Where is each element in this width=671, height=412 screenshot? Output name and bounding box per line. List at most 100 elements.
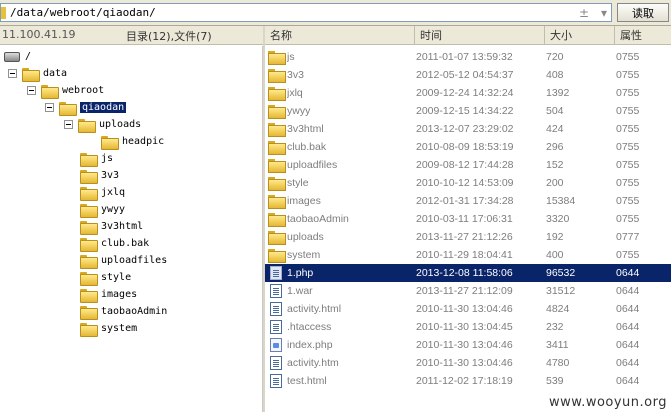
tree-node[interactable]: data bbox=[8, 65, 67, 82]
folder-icon bbox=[268, 141, 286, 155]
chevron-down-icon[interactable]: ▾ bbox=[601, 6, 607, 20]
folder-icon bbox=[59, 101, 77, 116]
column-header-time[interactable]: 时间 bbox=[415, 26, 545, 45]
file-time: 2009-12-15 14:34:22 bbox=[416, 105, 514, 117]
read-button[interactable]: 读取 bbox=[617, 3, 669, 22]
tree-node[interactable]: 3v3html bbox=[80, 218, 143, 235]
folder-icon bbox=[268, 177, 286, 191]
file-row[interactable]: taobaoAdmin 2010-03-11 17:06:31 3320 0755 bbox=[265, 210, 671, 228]
tree-node-label: js bbox=[101, 153, 114, 164]
file-size: 15384 bbox=[546, 195, 576, 207]
file-perm: 0755 bbox=[616, 141, 640, 153]
folder-icon bbox=[22, 67, 40, 82]
column-header-name[interactable]: 名称 bbox=[265, 26, 415, 45]
file-row[interactable]: .htaccess 2010-11-30 13:04:45 232 0644 bbox=[265, 318, 671, 336]
server-ip: 11.100.41.19 bbox=[2, 28, 76, 41]
tree-node[interactable]: club.bak bbox=[80, 235, 149, 252]
file-row[interactable]: test.html 2011-12-02 17:18:19 539 0644 bbox=[265, 372, 671, 390]
folder-icon bbox=[80, 305, 98, 320]
file-time: 2012-05-12 04:54:37 bbox=[416, 69, 514, 81]
file-row[interactable]: ywyy 2009-12-15 14:34:22 504 0755 bbox=[265, 102, 671, 120]
tree-node[interactable]: taobaoAdmin bbox=[80, 303, 167, 320]
file-time: 2012-01-31 17:34:28 bbox=[416, 195, 514, 207]
folder-icon bbox=[268, 213, 286, 227]
tree-node[interactable]: qiaodan bbox=[45, 99, 127, 116]
tree-node[interactable]: headpic bbox=[101, 133, 164, 150]
file-row[interactable]: 3v3html 2013-12-07 23:29:02 424 0755 bbox=[265, 120, 671, 138]
folder-icon bbox=[80, 220, 98, 235]
tree-node-label: club.bak bbox=[101, 238, 150, 249]
tree-node[interactable]: uploadfiles bbox=[80, 252, 167, 269]
file-row[interactable]: uploadfiles 2009-08-12 17:44:28 152 0755 bbox=[265, 156, 671, 174]
document-icon bbox=[270, 356, 282, 370]
file-row[interactable]: 3v3 2012-05-12 04:54:37 408 0755 bbox=[265, 66, 671, 84]
file-name: 3v3 bbox=[287, 69, 304, 81]
tree-node-label: qiaodan bbox=[80, 102, 127, 113]
file-row[interactable]: js 2011-01-07 13:59:32 720 0755 bbox=[265, 48, 671, 66]
collapse-toggle-icon[interactable] bbox=[8, 69, 17, 78]
file-name: 3v3html bbox=[287, 123, 324, 135]
file-list: js 2011-01-07 13:59:32 720 0755 3v3 2012-05-1… bbox=[265, 46, 671, 412]
tree-node[interactable]: ywyy bbox=[80, 201, 125, 218]
drive-icon bbox=[4, 51, 20, 62]
php-file-icon bbox=[270, 338, 282, 352]
folder-icon bbox=[80, 169, 98, 184]
file-row[interactable]: club.bak 2010-08-09 18:53:19 296 0755 bbox=[265, 138, 671, 156]
file-row[interactable]: 1.war 2013-11-27 21:12:09 31512 0644 bbox=[265, 282, 671, 300]
column-header-perm[interactable]: 属性 bbox=[615, 26, 671, 45]
file-row[interactable]: uploads 2013-11-27 21:12:26 192 0777 bbox=[265, 228, 671, 246]
tree-node[interactable]: jxlq bbox=[80, 184, 125, 201]
tree-node[interactable]: / bbox=[4, 48, 31, 65]
file-row[interactable]: style 2010-10-12 14:53:09 200 0755 bbox=[265, 174, 671, 192]
folder-icon bbox=[80, 152, 98, 167]
file-perm: 0755 bbox=[616, 159, 640, 171]
file-row[interactable]: activity.html 2010-11-30 13:04:46 4824 0644 bbox=[265, 300, 671, 318]
file-time: 2011-12-02 17:18:19 bbox=[416, 375, 513, 387]
file-perm: 0644 bbox=[616, 285, 640, 297]
file-time: 2013-12-07 23:29:02 bbox=[416, 123, 514, 135]
file-size: 424 bbox=[546, 123, 564, 135]
file-row[interactable]: index.php 2010-11-30 13:04:46 3411 0644 bbox=[265, 336, 671, 354]
file-name: activity.html bbox=[287, 303, 342, 315]
file-perm: 0755 bbox=[616, 105, 640, 117]
folder-icon bbox=[101, 135, 119, 150]
file-size: 400 bbox=[546, 249, 564, 261]
file-size: 3411 bbox=[546, 339, 569, 351]
column-header-size[interactable]: 大小 bbox=[545, 26, 615, 45]
file-name: uploads bbox=[287, 231, 324, 243]
file-perm: 0755 bbox=[616, 123, 640, 135]
tree-node[interactable]: webroot bbox=[27, 82, 104, 99]
file-row[interactable]: jxlq 2009-12-24 14:32:24 1392 0755 bbox=[265, 84, 671, 102]
file-row[interactable]: activity.htm 2010-11-30 13:04:46 4780 0644 bbox=[265, 354, 671, 372]
tree-node[interactable]: uploads bbox=[64, 116, 141, 133]
folder-icon bbox=[268, 159, 286, 173]
tree-node[interactable]: 3v3 bbox=[80, 167, 119, 184]
file-row[interactable]: 1.php 2013-12-08 11:58:06 96532 0644 bbox=[265, 264, 671, 282]
tree-node[interactable]: images bbox=[80, 286, 137, 303]
file-size: 296 bbox=[546, 141, 564, 153]
tree-node[interactable]: js bbox=[80, 150, 113, 167]
file-size: 232 bbox=[546, 321, 564, 333]
file-size: 720 bbox=[546, 51, 564, 63]
address-field[interactable]: /data/webroot/qiaodan/ ± ▾ bbox=[0, 3, 612, 22]
folder-icon bbox=[268, 105, 286, 119]
file-row[interactable]: system 2010-11-29 18:04:41 400 0755 bbox=[265, 246, 671, 264]
file-perm: 0755 bbox=[616, 87, 640, 99]
file-time: 2013-11-27 21:12:26 bbox=[416, 231, 513, 243]
plus-minus-icon[interactable]: ± bbox=[579, 6, 589, 20]
collapse-toggle-icon[interactable] bbox=[27, 86, 36, 95]
file-name: index.php bbox=[287, 339, 333, 351]
tree-node-label: 3v3 bbox=[101, 170, 120, 181]
file-row[interactable]: images 2012-01-31 17:34:28 15384 0755 bbox=[265, 192, 671, 210]
file-name: 1.php bbox=[287, 267, 314, 279]
tree-node[interactable]: system bbox=[80, 320, 137, 337]
file-perm: 0644 bbox=[616, 375, 640, 387]
tree-node[interactable]: style bbox=[80, 269, 131, 286]
collapse-toggle-icon[interactable] bbox=[64, 120, 73, 129]
tree-node-label: ywyy bbox=[101, 204, 126, 215]
collapse-toggle-icon[interactable] bbox=[45, 103, 54, 112]
folder-icon bbox=[268, 69, 286, 83]
folder-icon bbox=[80, 203, 98, 218]
file-size: 31512 bbox=[546, 285, 576, 297]
file-time: 2010-11-29 18:04:41 bbox=[416, 249, 513, 261]
